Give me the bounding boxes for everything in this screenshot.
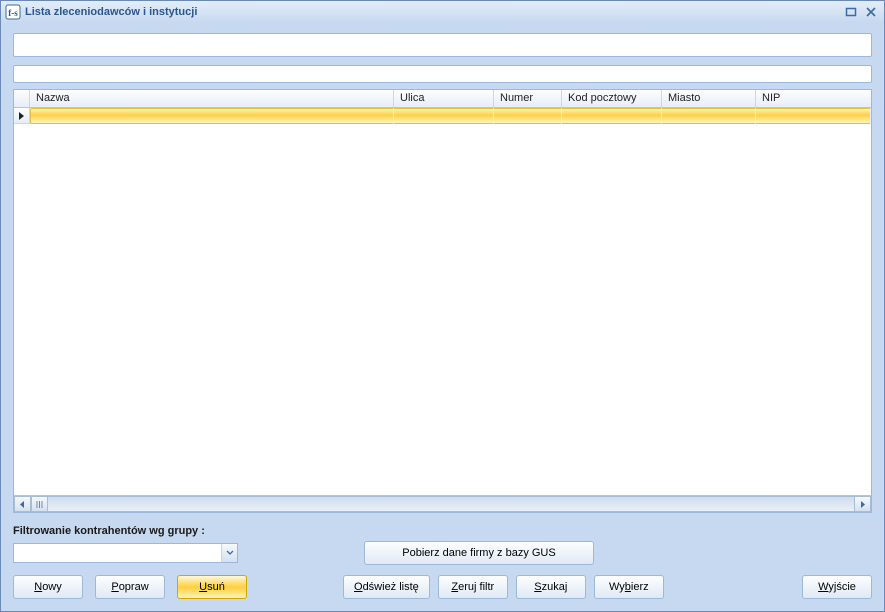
list-buttons: Odśwież listę Zeruj filtr Szukaj Wybierz: [343, 575, 664, 599]
exit-button[interactable]: Wyjście: [802, 575, 872, 599]
reset-filter-button[interactable]: Zeruj filtr: [438, 575, 508, 599]
cell-miasto[interactable]: [662, 108, 756, 124]
horizontal-scrollbar[interactable]: [14, 495, 871, 512]
select-button[interactable]: Wybierz: [594, 575, 664, 599]
grid-body[interactable]: [14, 108, 871, 495]
cell-kod[interactable]: [562, 108, 662, 124]
cell-nip[interactable]: [756, 108, 871, 124]
scroll-grip-icon[interactable]: [31, 496, 48, 512]
search-button[interactable]: Szukaj: [516, 575, 586, 599]
scroll-left-button[interactable]: [14, 496, 31, 512]
search-input-1[interactable]: [14, 34, 871, 56]
row-indicator-icon: [14, 108, 30, 124]
refresh-button[interactable]: Odśwież listę: [343, 575, 430, 599]
close-button[interactable]: [862, 5, 880, 19]
table-row[interactable]: [14, 108, 871, 124]
filter-row: Pobierz dane firmy z bazy GUS: [13, 541, 872, 565]
svg-text:f-s: f-s: [8, 8, 18, 18]
titlebar: f-s Lista zleceniodawców i instytucji: [1, 1, 884, 23]
filter-label: Filtrowanie kontrahentów wg grupy :: [13, 525, 872, 537]
search-input-2[interactable]: [14, 66, 871, 82]
app-icon: f-s: [5, 4, 21, 20]
grid-header-indicator: [14, 90, 30, 107]
gus-fetch-button[interactable]: Pobierz dane firmy z bazy GUS: [364, 541, 594, 565]
chevron-down-icon[interactable]: [221, 544, 237, 562]
window-title: Lista zleceniodawców i instytucji: [25, 6, 840, 18]
scroll-right-button[interactable]: [854, 496, 871, 512]
new-button[interactable]: Nowy: [13, 575, 83, 599]
gus-fetch-label: Pobierz dane firmy z bazy GUS: [402, 547, 555, 559]
col-header-kod[interactable]: Kod pocztowy: [562, 90, 662, 107]
delete-button[interactable]: Usuń: [177, 575, 247, 599]
col-header-nazwa[interactable]: Nazwa: [30, 90, 394, 107]
cell-numer[interactable]: [494, 108, 562, 124]
crud-buttons: Nowy Popraw Usuń: [13, 575, 247, 599]
edit-button[interactable]: Popraw: [95, 575, 165, 599]
grid-header: Nazwa Ulica Numer Kod pocztowy Miasto NI…: [14, 90, 871, 108]
client-area: Nazwa Ulica Numer Kod pocztowy Miasto NI…: [1, 23, 884, 611]
col-header-miasto[interactable]: Miasto: [662, 90, 756, 107]
col-header-ulica[interactable]: Ulica: [394, 90, 494, 107]
maximize-button[interactable]: [842, 5, 860, 19]
app-window: f-s Lista zleceniodawców i instytucji Na…: [0, 0, 885, 612]
search-row-2: [13, 65, 872, 83]
cell-nazwa[interactable]: [30, 108, 394, 124]
scroll-track[interactable]: [48, 496, 854, 512]
group-filter-input[interactable]: [14, 544, 221, 562]
cell-ulica[interactable]: [394, 108, 494, 124]
action-buttons: Nowy Popraw Usuń Odśwież listę Zeruj fil…: [13, 575, 872, 599]
exit-group: Wyjście: [802, 575, 872, 599]
group-filter-combo[interactable]: [13, 543, 238, 563]
search-row-1: [13, 33, 872, 57]
col-header-nip[interactable]: NIP: [756, 90, 871, 107]
col-header-numer[interactable]: Numer: [494, 90, 562, 107]
data-grid[interactable]: Nazwa Ulica Numer Kod pocztowy Miasto NI…: [13, 89, 872, 513]
